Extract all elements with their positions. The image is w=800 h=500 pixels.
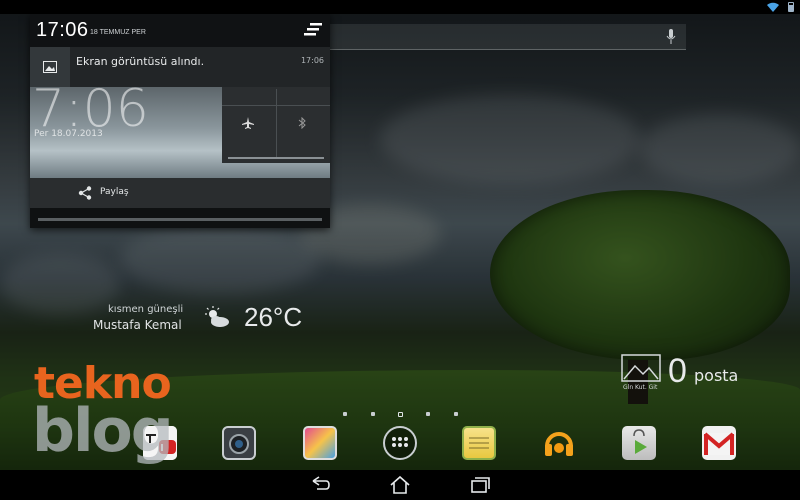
gmail-icon: [703, 432, 735, 455]
gmail-app-icon[interactable]: [702, 426, 736, 460]
gallery-app-icon[interactable]: [303, 426, 337, 460]
all-apps-button[interactable]: [383, 426, 417, 460]
share-label: Paylaş: [100, 187, 129, 197]
play-music-app-icon[interactable]: [542, 426, 576, 460]
panel-date[interactable]: 18 TEMMUZ PER: [90, 29, 146, 36]
share-action[interactable]: Paylaş: [30, 178, 330, 208]
microphone-icon[interactable]: [666, 29, 676, 45]
page-indicator-2: [371, 412, 375, 416]
page-indicator-1: [343, 412, 347, 416]
notebook-icon: [469, 437, 489, 449]
notes-app-icon[interactable]: [462, 426, 496, 460]
preview-quick-settings: [222, 87, 330, 163]
notification-text: Ekran görüntüsü alındı.: [76, 55, 205, 68]
search-bar[interactable]: [330, 24, 686, 50]
home-icon[interactable]: [388, 475, 412, 495]
mail-unit: posta: [694, 366, 739, 385]
notification-time: 17:06: [300, 56, 324, 65]
apps-grid-icon: [392, 437, 408, 447]
screenshot-preview[interactable]: 7:06 Per 18.07.2013: [30, 87, 330, 178]
notification-header: 17:06 18 TEMMUZ PER: [30, 14, 330, 47]
preview-date: Per 18.07.2013: [34, 129, 103, 139]
mail-widget-label: Gln Kut. Git: [623, 384, 658, 391]
back-icon[interactable]: [308, 475, 332, 495]
screenshot-notification[interactable]: Ekran görüntüsü alındı. 17:06: [30, 47, 330, 87]
page-indicator-4: [426, 412, 430, 416]
recent-apps-icon[interactable]: [468, 475, 492, 495]
shopping-bag-icon: [633, 429, 647, 454]
panel-clock: 17:06: [36, 19, 89, 41]
image-icon: [43, 61, 57, 73]
mail-image-icon[interactable]: [621, 354, 661, 382]
navigation-bar: [0, 470, 800, 500]
partly-sunny-icon: [205, 306, 229, 327]
airplane-icon: [242, 117, 254, 129]
weather-description: kısmen güneşli: [108, 304, 184, 315]
weather-temperature: 26°C: [244, 302, 303, 332]
watermark-blog: blog: [32, 396, 174, 466]
page-indicator-3: [398, 412, 403, 417]
battery-icon: [788, 2, 794, 12]
status-bar: [0, 0, 800, 14]
share-icon: [78, 186, 92, 200]
page-indicator-5: [454, 412, 458, 416]
quick-settings-icon[interactable]: [304, 22, 322, 38]
weather-location[interactable]: Mustafa Kemal: [93, 318, 182, 332]
bluetooth-icon: [298, 117, 306, 129]
notification-panel[interactable]: 17:06 18 TEMMUZ PER Ekran görüntüsü alın…: [30, 14, 330, 228]
play-store-app-icon[interactable]: [622, 426, 656, 460]
camera-icon: [229, 434, 249, 454]
mail-count[interactable]: 0: [668, 352, 687, 391]
panel-drag-handle[interactable]: [38, 218, 322, 221]
notification-icon-box: [30, 47, 70, 87]
wifi-icon: [767, 2, 779, 12]
headphones-icon: [545, 432, 573, 456]
camera-app-icon[interactable]: [222, 426, 256, 460]
